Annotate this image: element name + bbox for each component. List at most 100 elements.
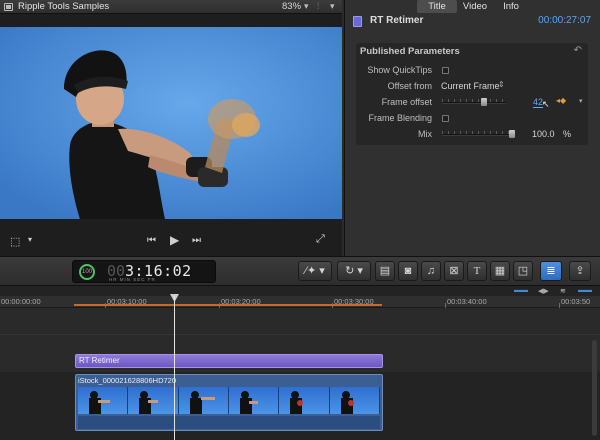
thumbnail-image <box>290 391 304 414</box>
mix-label: Mix <box>418 129 432 139</box>
offset-from-label: Offset from <box>387 81 432 91</box>
inspector-timecode: 00:00:27:07 <box>538 15 591 26</box>
titles-browser-button[interactable]: T <box>467 261 487 281</box>
effects-sliders-icon: ≣ <box>546 265 556 277</box>
next-edit-icon[interactable]: ⏭ <box>192 235 201 246</box>
inspector-tabs: Title Video Info <box>345 0 600 13</box>
media-browser-button[interactable]: ▤ <box>375 261 395 281</box>
inspector: Title Video Info RT Retimer 00:00:27:07 … <box>344 0 600 256</box>
offset-from-select[interactable]: Current Frame <box>441 81 500 91</box>
fcp-window: Ripple Tools Samples 83% ▾ ⫶ ▾ ⬚ ▾ ⏮ ▶ ⏭… <box>0 0 600 440</box>
title-t-icon: T <box>473 265 481 277</box>
filmstrip-frame <box>128 387 179 414</box>
thumbnail-image <box>139 391 159 414</box>
snapping-icon[interactable]: ≋ <box>560 287 566 295</box>
photo-browser-button[interactable]: ◙ <box>398 261 418 281</box>
thumbnail-image <box>89 391 110 414</box>
timeline-status-bar: ▬▬ ◀▶ ≋ ▬▬ <box>0 286 600 296</box>
mix-slider[interactable] <box>442 134 512 136</box>
themes-icon: ◳ <box>517 265 529 277</box>
ruler-label: 00:03:50 <box>561 297 591 306</box>
play-icon[interactable]: ▶ <box>170 233 179 247</box>
generators-browser-button[interactable]: ▦ <box>490 261 510 281</box>
frame-blending-checkbox[interactable] <box>442 115 449 122</box>
viewer: Ripple Tools Samples 83% ▾ ⫶ ▾ ⬚ ▾ ⏮ ▶ ⏭… <box>0 0 342 256</box>
ruler-tick <box>445 303 446 308</box>
magic-wand-icon: ⁄✦ ▾ <box>305 265 325 277</box>
frame-offset-label: Frame offset <box>381 97 432 107</box>
tab-video[interactable]: Video <box>456 0 494 13</box>
animation-menu-icon[interactable]: ▾ <box>579 97 583 105</box>
lane-divider <box>0 334 600 335</box>
cursor-icon: ↖ <box>542 99 550 109</box>
title-clip-name: RT Retimer <box>79 356 120 365</box>
transitions-icon: ⊠ <box>449 265 459 277</box>
transform-icon[interactable]: ⬚ <box>10 235 20 248</box>
playhead[interactable] <box>174 296 175 440</box>
viewer-header: Ripple Tools Samples 83% ▾ ⫶ ▾ <box>0 0 342 14</box>
tab-title[interactable]: Title <box>417 0 457 13</box>
viewer-controls: ⬚ ▾ ⏮ ▶ ⏭ ⤢ <box>0 230 342 256</box>
audio-waveform <box>78 416 380 429</box>
timeline-scrollbar[interactable] <box>592 340 597 436</box>
fullscreen-icon[interactable]: ⤢ <box>316 233 325 246</box>
previous-edit-icon[interactable]: ⏮ <box>147 235 156 246</box>
baseball-batter-image <box>0 27 342 219</box>
mix-slider-knob[interactable] <box>509 130 515 138</box>
music-note-icon: ♫ <box>426 265 436 277</box>
themes-browser-button[interactable]: ◳ <box>513 261 533 281</box>
ruler-label: 00:00:00:00 <box>1 297 41 306</box>
range-selection-bar[interactable] <box>74 304 382 306</box>
plugin-name: RT Retimer <box>370 15 424 26</box>
tools-button[interactable]: ⁄✦ ▾ <box>298 261 332 281</box>
generators-icon: ▦ <box>494 265 506 277</box>
popup-arrows-icon[interactable]: ⇕ <box>498 80 505 89</box>
dashboard[interactable]: 100 00 3:16:02 HR MIN SEC FR <box>72 260 216 283</box>
photos-icon: ▤ <box>379 265 391 277</box>
share-button[interactable]: ⇪ <box>569 261 591 281</box>
mix-value[interactable]: 100.0 <box>532 129 555 139</box>
video-clip[interactable]: iStock_000021628806HD720 <box>75 374 383 431</box>
tab-info[interactable]: Info <box>496 0 526 13</box>
mix-unit: % <box>563 129 572 139</box>
clip-appearance-icon[interactable]: ▬▬ <box>514 287 528 294</box>
frame-offset-slider[interactable] <box>442 102 506 104</box>
frame-blending-label: Frame Blending <box>368 113 432 123</box>
inspector-header: RT Retimer 00:00:27:07 <box>345 13 600 30</box>
camera-icon: ◙ <box>404 265 412 277</box>
filmstrip <box>78 387 380 414</box>
viewer-title: Ripple Tools Samples <box>18 1 110 12</box>
quicktips-label: Show QuickTips <box>367 65 432 75</box>
viewer-options-icon[interactable]: ▾ <box>330 1 335 12</box>
frame-offset-slider-knob[interactable] <box>481 98 488 106</box>
zoom-dropdown-icon[interactable]: ▾ <box>304 1 309 12</box>
timeline-ruler[interactable]: 00:00:00:00 00:03:10:00 00:03:20:00 00:0… <box>0 296 600 308</box>
progress-indicator[interactable]: 100 <box>79 264 95 280</box>
filmstrip-frame <box>329 387 380 414</box>
effects-browser-button[interactable]: ≣ <box>540 261 562 281</box>
music-browser-button[interactable]: ♫ <box>421 261 441 281</box>
zoom-slider-icon[interactable]: ◀▶ <box>538 287 549 295</box>
skimming-icon[interactable]: ▬▬ <box>578 287 592 294</box>
zoom-level[interactable]: 83% <box>282 1 301 12</box>
share-icon: ⇪ <box>575 265 585 277</box>
filmstrip-frame <box>178 387 229 414</box>
ruler-tick <box>559 303 560 308</box>
filmstrip-frame <box>228 387 280 414</box>
toolbar: 100 00 3:16:02 HR MIN SEC FR ⁄✦ ▾ ↻ ▾ ▤ … <box>0 256 600 286</box>
transitions-browser-button[interactable]: ⊠ <box>444 261 464 281</box>
published-parameters: Published Parameters ↶ Show QuickTips Of… <box>356 43 588 145</box>
filmstrip-frame <box>279 387 330 414</box>
thumbnail-image <box>340 391 354 414</box>
quicktips-checkbox[interactable] <box>442 67 449 74</box>
retime-button[interactable]: ↻ ▾ <box>337 261 371 281</box>
title-clip[interactable]: RT Retimer <box>75 354 383 368</box>
thumbnail-image <box>239 391 258 414</box>
retime-icon: ↻ ▾ <box>345 265 363 277</box>
keyframe-icon[interactable]: ◂◆ <box>556 96 566 105</box>
film-icon <box>4 3 13 11</box>
switch-icon[interactable]: ⫶ <box>317 1 319 12</box>
reset-icon[interactable]: ↶ <box>574 45 582 56</box>
transform-dropdown-icon[interactable]: ▾ <box>28 235 32 244</box>
ruler-label: 00:03:40:00 <box>447 297 487 306</box>
